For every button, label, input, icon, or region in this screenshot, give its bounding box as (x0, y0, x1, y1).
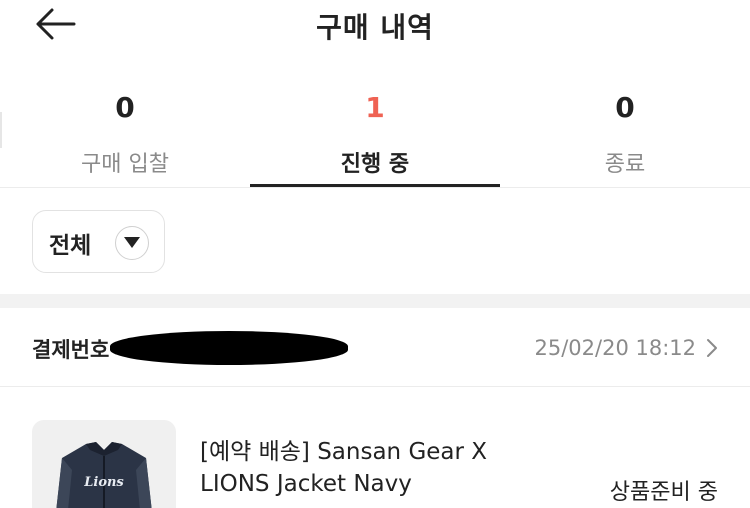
tab-completed-label: 종료 (604, 152, 646, 177)
tab-bidding-label: 구매 입찰 (81, 152, 169, 177)
redacted-order-number (110, 331, 348, 365)
filter-label: 전체 (49, 233, 92, 259)
section-divider (0, 294, 750, 308)
order-divider (0, 386, 750, 387)
tab-bidding-count: 0 (115, 91, 135, 124)
status-tabs: 0 구매 입찰 1 진행 중 0 종료 (0, 80, 750, 188)
tab-completed-count: 0 (615, 91, 635, 124)
svg-text:Lions: Lions (83, 475, 124, 490)
tab-in-progress[interactable]: 1 진행 중 (250, 80, 500, 188)
caret-down-icon (115, 226, 149, 260)
tab-in-progress-count: 1 (365, 91, 385, 124)
product-image[interactable]: Lions (32, 420, 176, 508)
tabs-divider (0, 187, 750, 188)
product-status: 상품준비 중 (609, 480, 718, 505)
order-number-label: 결제번호 (32, 338, 110, 362)
chevron-right-icon (707, 339, 717, 357)
tab-completed[interactable]: 0 종료 (500, 80, 750, 188)
product-name[interactable]: [예약 배송] Sansan Gear X LIONS Jacket Navy (200, 436, 530, 500)
tab-in-progress-label: 진행 중 (340, 152, 410, 177)
jacket-image: Lions (56, 442, 152, 508)
order-date: 25/02/20 18:12 (534, 336, 696, 360)
tab-bidding[interactable]: 0 구매 입찰 (0, 80, 250, 188)
filter-dropdown[interactable]: 전체 (32, 210, 165, 273)
app-header: 구매 내역 (0, 0, 750, 50)
page-title: 구매 내역 (316, 11, 434, 44)
